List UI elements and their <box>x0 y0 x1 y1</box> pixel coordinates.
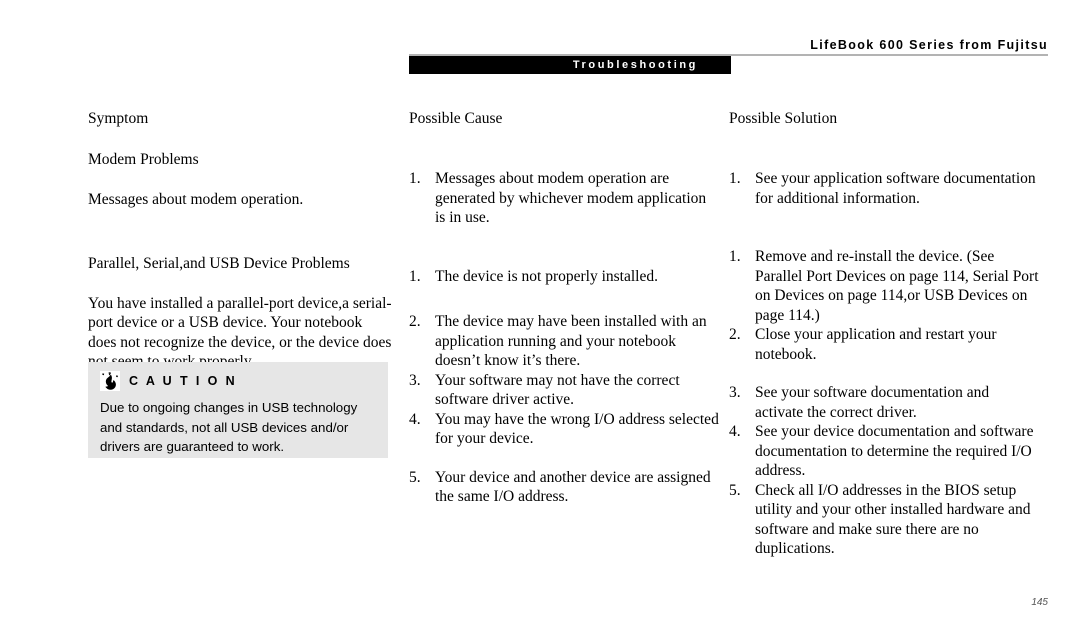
list-item-number: 2. <box>729 326 741 343</box>
list-item-number: 1. <box>409 170 421 187</box>
list-item-number: 3. <box>729 384 741 401</box>
list-item: 5. Your device and another device are as… <box>409 468 719 507</box>
page-header: LifeBook 600 Series from Fujitsu Trouble… <box>0 0 1080 80</box>
list-item-number: 5. <box>409 468 421 486</box>
cause-list-device: 1. The device is not properly installed.… <box>409 267 719 507</box>
list-item: 4. See your device documentation and sof… <box>729 422 1039 481</box>
list-item-text: Remove and re-install the device. (See P… <box>755 248 1039 324</box>
solution-list-modem: 1. See your application software documen… <box>729 169 1039 208</box>
list-item-text: Your software may not have the correct s… <box>435 371 680 409</box>
symptom-subheading-modem: Modem Problems <box>88 151 199 168</box>
list-item-number: 4. <box>729 423 741 440</box>
cause-list-modem: 1. Messages about modem operation are ge… <box>409 169 719 228</box>
symptom-subheading-device: Parallel, Serial,and USB Device Problems <box>88 254 350 272</box>
document-header-title: LifeBook 600 Series from Fujitsu <box>810 38 1048 52</box>
list-item: 3. Your software may not have the correc… <box>409 371 719 410</box>
section-banner-label: Troubleshooting <box>572 59 698 71</box>
list-item: 5. Check all I/O addresses in the BIOS s… <box>729 481 1039 559</box>
section-banner: Troubleshooting <box>409 56 731 74</box>
column-possible-solution: Possible Solution 1. See your applicatio… <box>729 110 1039 559</box>
list-item-text: Close your application and restart your … <box>755 326 997 363</box>
list-item: 1. Messages about modem operation are ge… <box>409 169 719 228</box>
list-item: 1. See your application software documen… <box>729 169 1039 208</box>
column-heading-possible-solution: Possible Solution <box>729 110 838 127</box>
caution-label: C A U T I O N <box>129 374 238 388</box>
list-item: 2. Close your application and restart yo… <box>729 325 1039 364</box>
list-item: 4. You may have the wrong I/O address se… <box>409 410 719 449</box>
list-item-text: See your software documentation and acti… <box>755 384 990 421</box>
solution-list-device: 1. Remove and re-install the device. (Se… <box>729 247 1039 559</box>
list-item-text: See your application software documentat… <box>755 170 1036 207</box>
column-symptom: Symptom Modem Problems Messages about mo… <box>88 110 392 372</box>
list-item-number: 3. <box>409 371 421 389</box>
column-heading-symptom: Symptom <box>88 110 149 127</box>
list-item-number: 1. <box>729 248 741 265</box>
list-item-text: The device may have been installed with … <box>435 313 707 369</box>
list-item-number: 5. <box>729 481 741 499</box>
list-item: 3. See your software documentation and a… <box>729 383 1039 422</box>
caution-flame-icon <box>100 371 120 391</box>
list-item-number: 2. <box>409 313 421 330</box>
caution-text: Due to ongoing changes in USB technology… <box>100 400 358 454</box>
list-item-number: 1. <box>409 267 421 285</box>
list-item: 1. Remove and re-install the device. (Se… <box>729 247 1039 325</box>
list-item-number: 1. <box>729 170 741 187</box>
column-heading-possible-cause: Possible Cause <box>409 110 503 127</box>
column-possible-cause: Possible Cause 1. Messages about modem o… <box>409 110 719 507</box>
list-item-text: You may have the wrong I/O address selec… <box>435 410 719 448</box>
list-item-text: Check all I/O addresses in the BIOS setu… <box>755 481 1031 558</box>
symptom-paragraph-device: You have installed a parallel-port devic… <box>88 294 392 371</box>
list-item-text: Your device and another device are assig… <box>435 468 711 506</box>
symptom-paragraph-modem: Messages about modem operation. <box>88 191 304 208</box>
list-item: 2. The device may have been installed wi… <box>409 312 719 371</box>
caution-box: C A U T I O N Due to ongoing changes in … <box>88 362 388 458</box>
list-item-text: Messages about modem operation are gener… <box>435 170 707 226</box>
page-number: 145 <box>1031 597 1048 608</box>
caution-header: C A U T I O N <box>100 371 237 391</box>
list-item-number: 4. <box>409 410 421 428</box>
list-item-text: The device is not properly installed. <box>435 267 658 285</box>
list-item-text: See your device documentation and softwa… <box>755 423 1034 479</box>
list-item: 1. The device is not properly installed. <box>409 267 719 287</box>
